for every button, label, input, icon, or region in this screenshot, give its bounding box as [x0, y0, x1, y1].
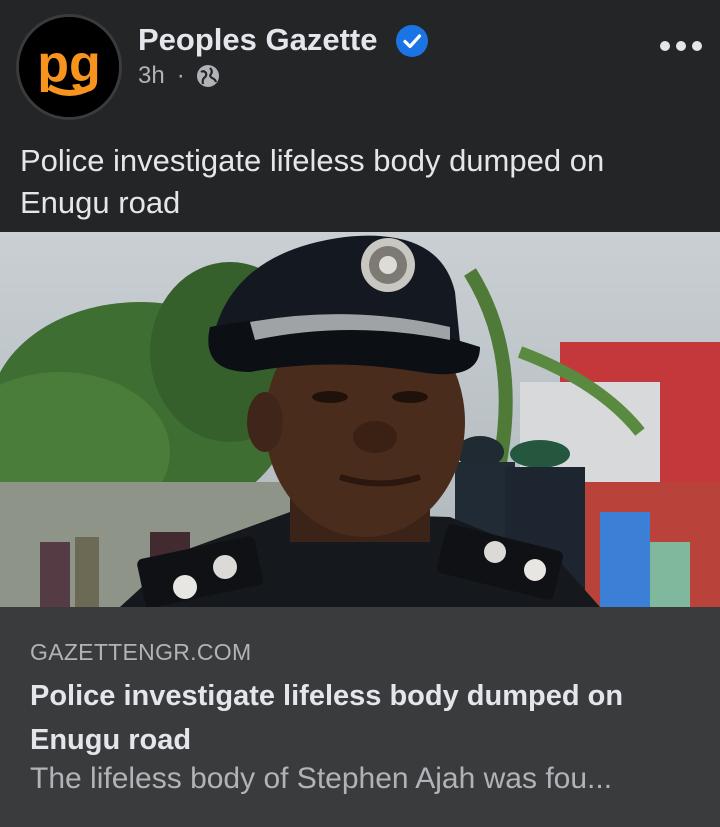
logo-text: pg	[37, 35, 101, 93]
globe-icon[interactable]	[195, 63, 221, 89]
post-header: pg Peoples Gazette 3h ·	[0, 0, 720, 130]
meta-separator: ·	[176, 62, 185, 89]
post-photo[interactable]	[0, 232, 720, 607]
verified-badge-icon	[396, 25, 428, 57]
link-preview-card[interactable]: GAZETTENGR.COM Police investigate lifele…	[0, 607, 720, 827]
post-text: Police investigate lifeless body dumped …	[20, 143, 605, 220]
post-meta: 3h ·	[138, 62, 221, 90]
post-time[interactable]: 3h	[138, 62, 165, 90]
more-options-icon[interactable]	[658, 34, 704, 58]
link-title[interactable]: Police investigate lifeless body dumped …	[30, 674, 700, 762]
peoples-gazette-logo: pg	[19, 17, 119, 117]
link-description: The lifeless body of Stephen Ajah was fo…	[30, 762, 613, 795]
police-officer-photo	[0, 232, 720, 607]
link-domain: GAZETTENGR.COM	[30, 639, 252, 665]
page-avatar[interactable]: pg	[16, 14, 122, 120]
page-name[interactable]: Peoples Gazette	[138, 22, 377, 58]
